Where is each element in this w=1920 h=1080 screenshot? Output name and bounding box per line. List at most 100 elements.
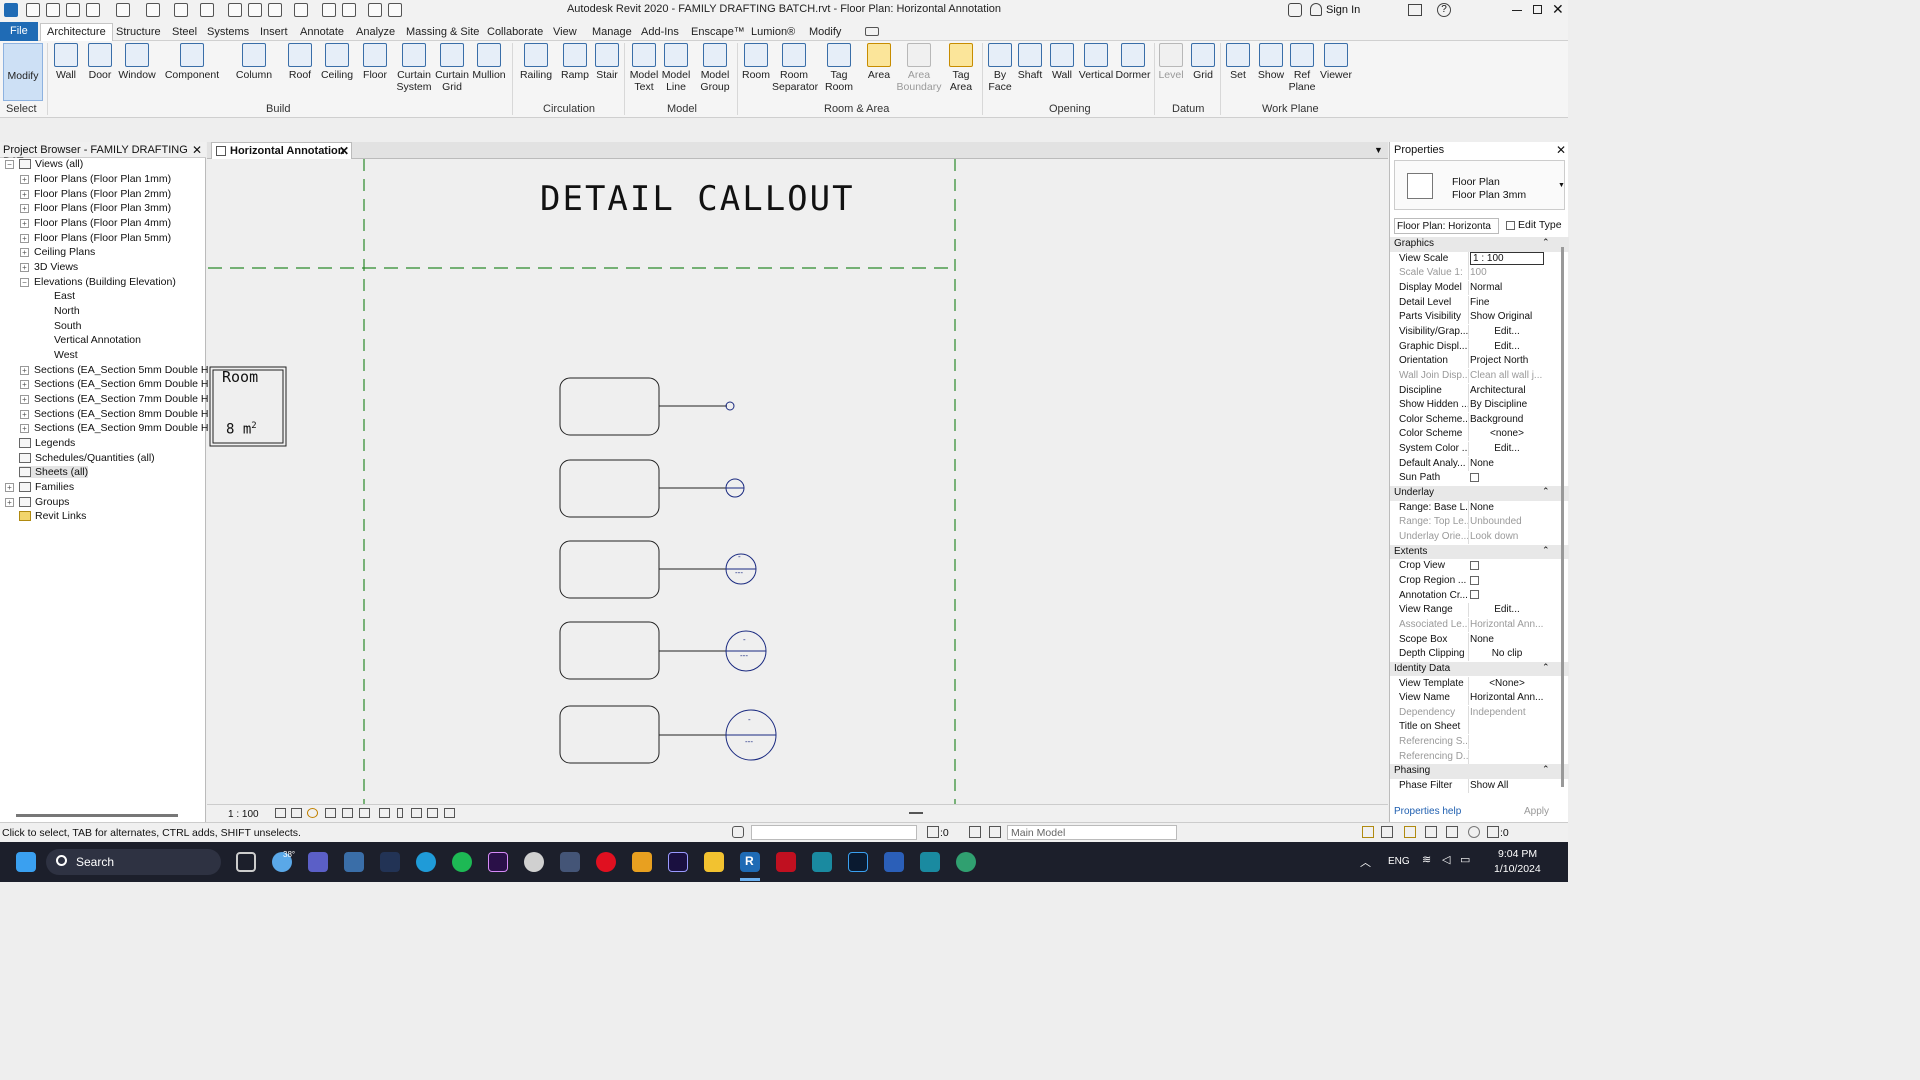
property-value[interactable]: Horizontal Ann... bbox=[1470, 619, 1544, 630]
room-separator-button[interactable]: Room Separator bbox=[772, 43, 818, 99]
exclude-options-icon[interactable] bbox=[989, 826, 1001, 838]
view-menu-icon[interactable]: ▼ bbox=[1374, 145, 1383, 155]
property-section-header[interactable]: Extents ⌃ bbox=[1390, 544, 1569, 560]
select-by-face-icon[interactable] bbox=[1425, 826, 1437, 838]
tree-item[interactable]: Vertical Annotation bbox=[54, 334, 141, 346]
property-value[interactable]: Edit... bbox=[1470, 326, 1544, 337]
property-checkbox[interactable] bbox=[1470, 590, 1544, 601]
tree-item-groups[interactable]: + Groups bbox=[5, 496, 69, 508]
after-effects-icon[interactable] bbox=[668, 852, 688, 872]
curtain-system-button[interactable]: Curtain System bbox=[395, 43, 433, 99]
tree-item-families[interactable]: + Families bbox=[5, 481, 74, 493]
tree-item[interactable]: + Floor Plans (Floor Plan 3mm) bbox=[20, 202, 171, 214]
worksets-icon[interactable] bbox=[732, 826, 744, 838]
wall-button[interactable]: Wall bbox=[52, 43, 80, 99]
property-value[interactable]: Show All bbox=[1470, 780, 1544, 791]
property-row[interactable]: Color Scheme... Background bbox=[1390, 412, 1569, 428]
tree-item[interactable]: + Sections (EA_Section 6mm Double Hea bbox=[20, 378, 220, 390]
checkbox[interactable] bbox=[1470, 473, 1479, 483]
file-explorer-icon[interactable] bbox=[704, 852, 724, 872]
property-row[interactable]: View Scale 1 : 100 bbox=[1390, 251, 1569, 267]
property-row[interactable]: Scale Value 1: 100 bbox=[1390, 266, 1569, 281]
tree-item[interactable]: +3D Views bbox=[20, 261, 78, 273]
calculator-icon[interactable] bbox=[560, 852, 580, 872]
property-row[interactable]: View Template <None> bbox=[1390, 676, 1569, 692]
roof-button[interactable]: Roof bbox=[286, 43, 314, 99]
mullion-button[interactable]: Mullion bbox=[470, 43, 508, 99]
word-icon[interactable] bbox=[884, 852, 904, 872]
close-tab-icon[interactable]: ✕ bbox=[339, 144, 349, 158]
lightroom-classic-icon[interactable] bbox=[380, 852, 400, 872]
property-row[interactable]: Wall Join Disp... Clean all wall j... bbox=[1390, 368, 1569, 384]
apply-button[interactable]: Apply bbox=[1524, 806, 1549, 817]
tab-view[interactable]: View bbox=[547, 24, 583, 40]
property-value[interactable]: 1 : 100 bbox=[1470, 251, 1544, 265]
area-boundary-button[interactable]: Area Boundary bbox=[896, 43, 942, 99]
collapse-icon[interactable]: ⌃ bbox=[1542, 545, 1550, 556]
property-value[interactable]: None bbox=[1470, 458, 1544, 469]
property-value[interactable]: Background bbox=[1470, 414, 1544, 425]
tree-item[interactable]: − Elevations (Building Elevation) bbox=[20, 276, 176, 288]
property-value[interactable]: Show Original bbox=[1470, 311, 1544, 322]
instance-selector[interactable]: Floor Plan: Horizonta bbox=[1394, 218, 1499, 234]
tab-manage[interactable]: Manage bbox=[586, 24, 638, 40]
language-indicator[interactable]: ENG bbox=[1388, 856, 1410, 867]
restore-icon[interactable] bbox=[1533, 5, 1542, 14]
property-row[interactable]: Parts Visibility Show Original bbox=[1390, 310, 1569, 325]
property-row[interactable]: Range: Top Le... Unbounded bbox=[1390, 515, 1569, 530]
tree-item[interactable]: + Sections (EA_Section 5mm Double Hea bbox=[20, 364, 220, 376]
property-row[interactable]: Phase Filter Show All bbox=[1390, 779, 1569, 794]
railing-button[interactable]: Railing bbox=[518, 43, 554, 99]
close-icon[interactable]: ✕ bbox=[1556, 143, 1566, 157]
design-option-dropdown[interactable] bbox=[751, 825, 917, 840]
property-section-header[interactable]: Identity Data ⌃ bbox=[1390, 661, 1569, 677]
property-row[interactable]: Discipline Architectural bbox=[1390, 383, 1569, 399]
close-icon[interactable]: ✕ bbox=[192, 143, 202, 157]
show-button[interactable]: Show bbox=[1256, 43, 1286, 99]
property-row[interactable]: Crop Region ... bbox=[1390, 574, 1569, 589]
tree-item[interactable]: + Ceiling Plans bbox=[20, 246, 95, 258]
callout-group-2[interactable] bbox=[559, 459, 745, 518]
edit-type-button[interactable]: Edit Type bbox=[1506, 219, 1562, 231]
volume-icon[interactable]: ◁ bbox=[1442, 853, 1450, 866]
property-row[interactable]: Color Scheme <none> bbox=[1390, 427, 1569, 442]
property-row[interactable]: Detail Level Fine bbox=[1390, 295, 1569, 311]
callout-group-5[interactable] bbox=[559, 705, 777, 764]
teams-icon[interactable] bbox=[308, 852, 328, 872]
property-checkbox[interactable] bbox=[1470, 472, 1544, 483]
drawing-canvas[interactable]: DETAIL CALLOUT Room 8 m2 - --- - --- - -… bbox=[208, 159, 1380, 804]
tab-collaborate[interactable]: Collaborate bbox=[481, 24, 549, 40]
checkbox[interactable] bbox=[1470, 575, 1479, 585]
task-view-icon[interactable] bbox=[236, 852, 256, 872]
shadows-icon[interactable] bbox=[325, 808, 336, 818]
checkbox[interactable] bbox=[1470, 561, 1479, 571]
crop-view-icon[interactable] bbox=[342, 808, 353, 818]
property-section-header[interactable]: Phasing ⌃ bbox=[1390, 764, 1569, 779]
collapse-icon[interactable]: ⌃ bbox=[1542, 662, 1550, 673]
property-row[interactable]: Default Analy... None bbox=[1390, 456, 1569, 472]
level-button[interactable]: Level bbox=[1157, 43, 1185, 99]
callout-group-3[interactable] bbox=[559, 540, 757, 599]
select-underlay-icon[interactable] bbox=[1381, 826, 1393, 838]
filter-icon[interactable] bbox=[1487, 826, 1499, 838]
sun-path-icon[interactable] bbox=[307, 808, 318, 818]
tree-item-views-all[interactable]: − Views (all) bbox=[5, 158, 83, 170]
callout-group-1[interactable] bbox=[559, 377, 735, 436]
tab-enscape[interactable]: Enscape™ bbox=[685, 24, 751, 40]
model-group-button[interactable]: Model Group bbox=[697, 43, 733, 99]
visual-style-icon[interactable] bbox=[291, 808, 302, 818]
tree-item[interactable]: East bbox=[54, 290, 75, 302]
close-icon[interactable]: ✕ bbox=[1552, 1, 1564, 18]
property-row[interactable]: Referencing S... bbox=[1390, 735, 1569, 750]
view-tab-horizontal-annotation[interactable]: Horizontal Annotation ✕ bbox=[211, 142, 352, 159]
property-value[interactable]: Project North bbox=[1470, 355, 1544, 366]
tag-area-button[interactable]: Tag Area bbox=[945, 43, 977, 99]
tree-item-schedules[interactable]: Schedules/Quantities (all) bbox=[19, 452, 155, 464]
collapse-icon[interactable]: ⌃ bbox=[1542, 486, 1550, 497]
reveal-hidden-icon[interactable] bbox=[397, 808, 403, 818]
autocad-icon[interactable] bbox=[776, 852, 796, 872]
user-icon[interactable] bbox=[1310, 3, 1322, 16]
ceiling-button[interactable]: Ceiling bbox=[320, 43, 354, 99]
window-button[interactable]: Window bbox=[117, 43, 157, 99]
property-row[interactable]: Referencing D... bbox=[1390, 749, 1569, 765]
